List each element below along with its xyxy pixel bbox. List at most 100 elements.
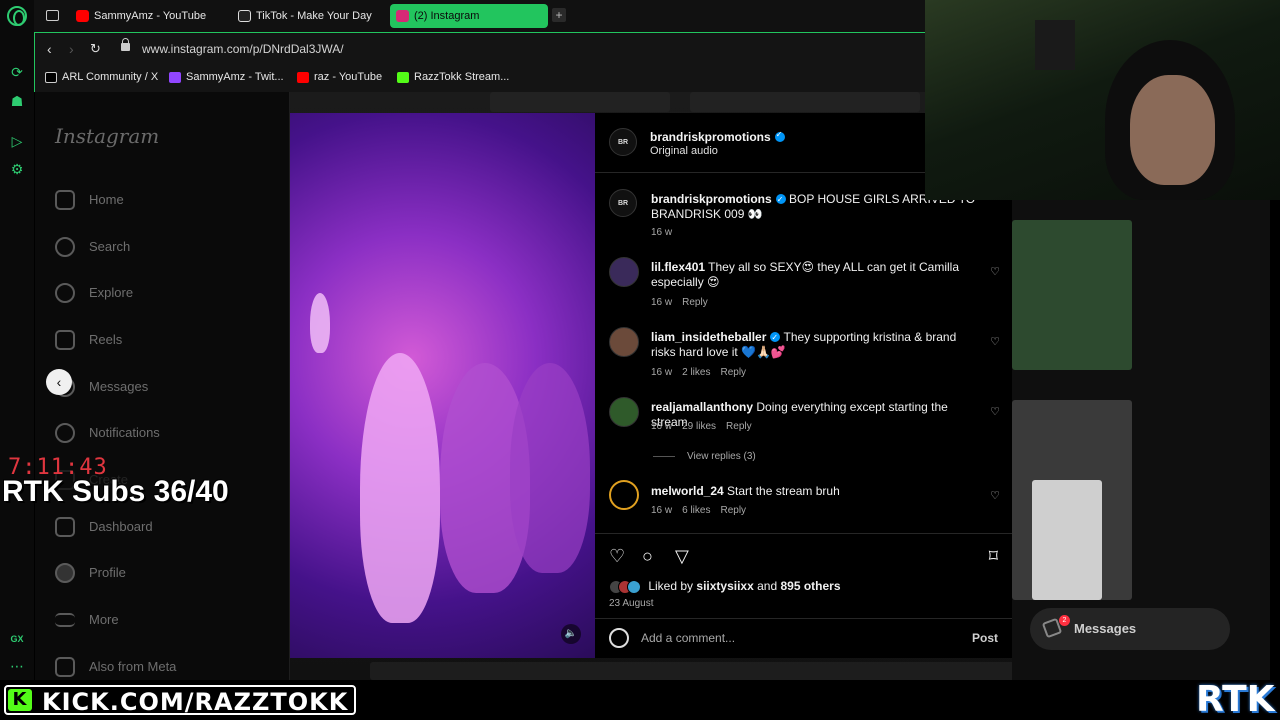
nav-also-from-meta[interactable]: Also from Meta [55, 653, 176, 680]
bookmark-x[interactable]: ARL Community / X [45, 71, 158, 83]
reload-icon[interactable]: ↻ [90, 41, 101, 57]
caption-username[interactable]: brandriskpromotions [651, 192, 772, 206]
reels-icon [55, 330, 75, 350]
bookmark-label: raz - YouTube [314, 71, 383, 83]
instagram-logo[interactable]: Instagram [55, 124, 159, 148]
comment-username[interactable]: realjamallanthony [651, 400, 753, 414]
gx-label[interactable]: GX [8, 630, 26, 648]
mute-button[interactable]: 🔈 [561, 624, 581, 644]
reply-button[interactable]: Reply [726, 421, 752, 432]
comment-likes[interactable]: 6 likes [682, 505, 710, 516]
comment-likes[interactable]: 29 likes [682, 421, 716, 432]
tiktok-icon [238, 10, 251, 22]
comment-username[interactable]: liam_insidetheballer [651, 330, 766, 344]
avatar[interactable] [609, 257, 639, 287]
like-icon[interactable]: ♡ [609, 546, 625, 567]
feed-tile [690, 92, 920, 112]
like-comment-icon[interactable]: ♡ [990, 489, 1000, 502]
bookmark-twitch[interactable]: SammyAmz - Twit... [169, 71, 284, 83]
comment-age: 16 w [651, 367, 673, 378]
comment-username[interactable]: lil.flex401 [651, 260, 705, 274]
avatar[interactable] [609, 189, 637, 217]
liked-by-prefix: Liked by [648, 579, 694, 593]
like-comment-icon[interactable]: ♡ [990, 265, 1000, 278]
comment-input[interactable] [641, 628, 941, 648]
comment-username[interactable]: melworld_24 [651, 484, 724, 498]
nav-label: Search [89, 239, 131, 254]
refresh-icon[interactable]: ⟳ [8, 63, 26, 81]
back-icon[interactable]: ‹ [47, 41, 52, 57]
audio-label[interactable]: Original audio [650, 145, 718, 157]
reply-button[interactable]: Reply [720, 367, 746, 378]
avatar [627, 579, 641, 594]
tab-tiktok[interactable]: TikTok - Make Your Day [232, 4, 382, 28]
opera-gx-logo[interactable] [7, 6, 27, 26]
instagram-sidebar: Instagram Home Search Explore Reels Mess… [35, 92, 290, 680]
share-icon[interactable]: ▽ [675, 546, 689, 567]
liked-by-user[interactable]: siixtysiixx [696, 579, 753, 593]
reply-button[interactable]: Reply [682, 297, 708, 308]
instagram-icon [396, 10, 409, 22]
kick-banner: K KICK.COM/RAZZTOKK [4, 685, 357, 716]
controller-icon[interactable]: ☗ [8, 92, 26, 110]
comment: melworld_24 Start the stream bruh [651, 484, 981, 499]
twitch-icon [169, 72, 181, 83]
play-icon[interactable]: ▷ [8, 132, 26, 150]
compass-icon [55, 283, 75, 303]
more-icon[interactable]: ⋯ [8, 657, 26, 675]
comment-icon[interactable]: ○ [642, 546, 653, 567]
nav-explore[interactable]: Explore [55, 279, 133, 307]
liked-by-and: and [757, 579, 778, 593]
emoji-icon[interactable] [609, 628, 629, 648]
avatar[interactable] [609, 327, 639, 357]
nav-profile[interactable]: Profile [55, 559, 126, 587]
messages-pill[interactable]: Messages [1030, 608, 1230, 650]
avatar[interactable] [609, 397, 639, 427]
forward-icon[interactable]: › [69, 41, 74, 57]
new-tab-button[interactable]: + [552, 8, 566, 22]
view-replies-button[interactable]: View replies (3) [653, 451, 756, 462]
post-date: 23 August [609, 598, 654, 609]
dashboard-icon [55, 517, 75, 537]
nav-reels[interactable]: Reels [55, 326, 122, 354]
kick-icon: K [8, 689, 32, 711]
nav-label: Home [89, 192, 124, 207]
x-icon [45, 72, 57, 83]
url-field[interactable]: www.instagram.com/p/DNrdDal3JWA/ [142, 42, 344, 56]
menu-icon [55, 613, 75, 627]
comment-meta: 16 w 6 likes Reply [651, 505, 756, 516]
previous-post-button[interactable]: ‹ [46, 369, 72, 395]
post-button[interactable]: Post [972, 631, 998, 645]
video-figure [510, 363, 590, 573]
bookmarks-bar: ARL Community / X SammyAmz - Twit... raz… [34, 66, 925, 92]
nav-dashboard[interactable]: Dashboard [55, 513, 153, 541]
post-video[interactable]: 🔈 [290, 113, 595, 658]
screen-tile [1032, 480, 1102, 600]
nav-home[interactable]: Home [55, 186, 124, 214]
comment-meta: 16 w 2 likes Reply [651, 367, 756, 378]
caption-meta: 16 w [651, 227, 682, 238]
comment-likes[interactable]: 2 likes [682, 367, 710, 378]
tab-youtube[interactable]: SammyAmz - YouTube [70, 4, 220, 28]
nav-label: Dashboard [89, 519, 153, 534]
bookmark-youtube[interactable]: raz - YouTube [297, 71, 382, 83]
like-comment-icon[interactable]: ♡ [990, 405, 1000, 418]
nav-search[interactable]: Search [55, 233, 130, 261]
comment-meta: 16 w Reply [651, 297, 718, 308]
bookmark-kick[interactable]: RazzTokk Stream... [397, 71, 509, 83]
bookmark-icon[interactable]: ⌑ [989, 546, 998, 567]
avatar[interactable] [609, 480, 639, 510]
like-comment-icon[interactable]: ♡ [990, 335, 1000, 348]
likes-count[interactable]: 895 others [780, 579, 840, 593]
author-username[interactable]: brandriskpromotions [650, 130, 771, 144]
comment-meta: 16 w 29 likes Reply [651, 421, 762, 432]
nav-notifications[interactable]: Notifications [55, 419, 160, 447]
avatar[interactable] [609, 128, 637, 156]
tab-instagram[interactable]: (2) Instagram [390, 4, 548, 28]
nav-label: Notifications [89, 425, 160, 440]
window-icon[interactable] [46, 10, 59, 21]
nav-more[interactable]: More [55, 606, 119, 634]
reply-button[interactable]: Reply [720, 505, 746, 516]
youtube-icon [76, 10, 89, 22]
settings-icon[interactable]: ⚙ [8, 160, 26, 178]
